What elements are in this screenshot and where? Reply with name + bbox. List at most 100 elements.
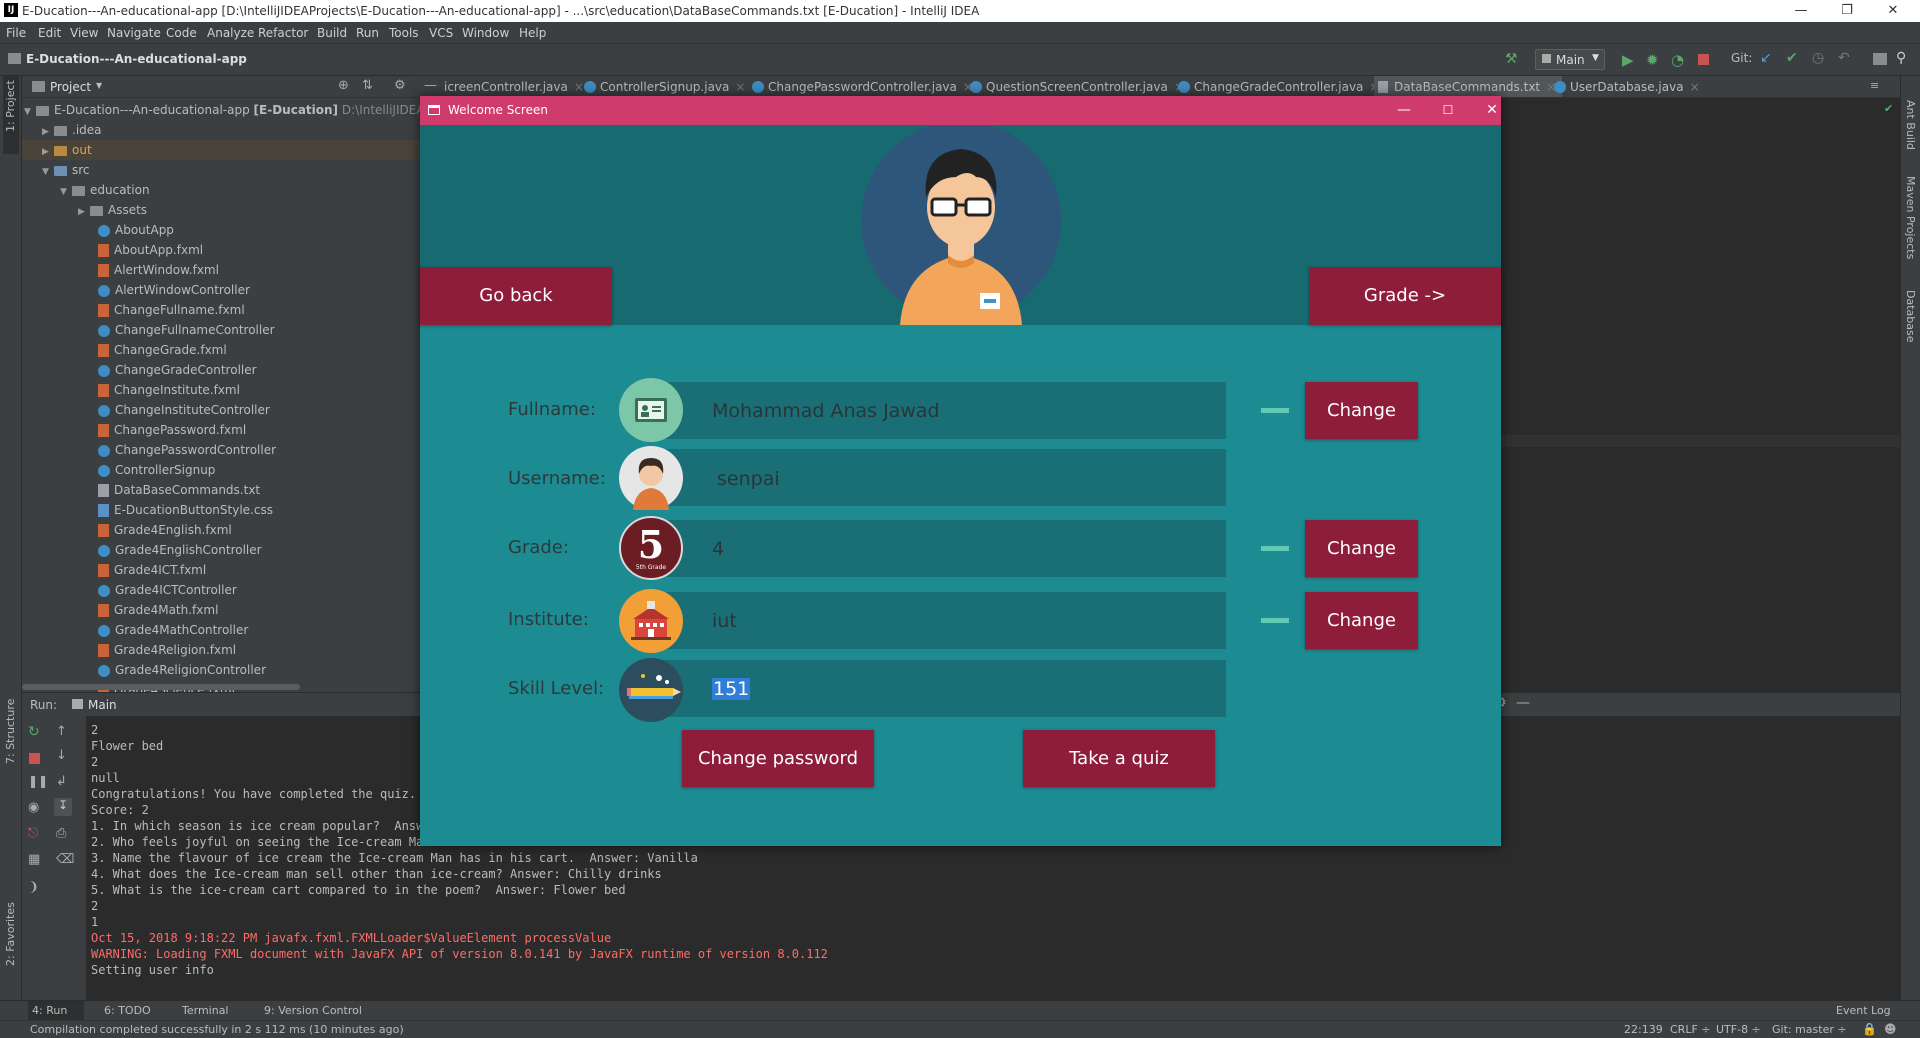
tree-item-src[interactable]: ▼ src (42, 160, 420, 180)
menu-navigate[interactable]: Navigate (107, 26, 161, 40)
tree-item-file[interactable]: DataBaseCommands.txt (98, 480, 420, 500)
vcs-commit-icon[interactable]: ✔ (1786, 50, 1798, 66)
trash-icon[interactable]: ⌫ (56, 852, 74, 867)
tree-item-file[interactable]: Grade4ICTController (98, 580, 420, 600)
menu-analyze[interactable]: Analyze (207, 26, 254, 40)
run-icon[interactable]: ▶ (1622, 51, 1634, 69)
scope-target-icon[interactable]: ⊕ (338, 78, 349, 93)
close-icon[interactable]: × (735, 80, 745, 94)
menu-window[interactable]: Window (462, 26, 509, 40)
structure-tool-label[interactable]: 7: Structure (4, 699, 17, 764)
change-grade-button[interactable]: Change (1305, 520, 1418, 577)
tree-item-file[interactable]: ChangeGradeController (98, 360, 420, 380)
take-quiz-button[interactable]: Take a quiz (1023, 730, 1215, 787)
project-panel-title[interactable]: Project (50, 80, 91, 94)
menu-help[interactable]: Help (519, 26, 546, 40)
tree-item-file[interactable]: ChangeGrade.fxml (98, 340, 420, 360)
tree-item-file[interactable]: ChangeFullname.fxml (98, 300, 420, 320)
scroll-to-end-icon[interactable]: ↧ (54, 798, 72, 816)
tab-controller-signup[interactable]: ControllerSignup.java × (580, 76, 745, 97)
menu-view[interactable]: View (70, 26, 98, 40)
change-fullname-button[interactable]: Change (1305, 382, 1418, 439)
hammer-build-icon[interactable]: ⚒ (1505, 51, 1518, 67)
vcs-update-icon[interactable]: ↙ (1760, 50, 1772, 66)
coverage-icon[interactable]: ◔ (1671, 51, 1684, 69)
version-control-tool-button[interactable]: 9: Version Control (264, 1004, 362, 1017)
stop-icon[interactable] (29, 753, 40, 764)
menu-vcs[interactable]: VCS (429, 26, 453, 40)
tree-item-file[interactable]: ControllerSignup (98, 460, 420, 480)
skill-level-value[interactable]: 151 (712, 678, 751, 700)
event-log-button[interactable]: Event Log (1836, 1004, 1891, 1017)
camera-icon[interactable]: ◉ (28, 800, 39, 815)
chevron-down-icon[interactable]: ▼ (96, 81, 102, 90)
arrow-down-icon[interactable]: ↓ (56, 748, 67, 763)
collapse-all-icon[interactable]: ⇅ (362, 78, 373, 93)
tree-item-file[interactable]: Grade4Math.fxml (98, 600, 420, 620)
tree-item-file[interactable]: Grade4ReligionController (98, 660, 420, 680)
minimize-icon[interactable]: — (1778, 0, 1824, 22)
stop-icon[interactable] (1698, 54, 1709, 65)
revert-icon[interactable]: ↶ (1838, 50, 1850, 66)
menu-code[interactable]: Code (166, 26, 197, 40)
restore-icon[interactable]: ❐ (1824, 0, 1870, 22)
favorites-tool-label[interactable]: 2: Favorites (4, 902, 17, 966)
soft-wrap-icon[interactable]: ↲ (56, 774, 67, 789)
tree-item-file[interactable]: AboutApp.fxml (98, 240, 420, 260)
run-config-tab[interactable]: Main (88, 698, 117, 712)
change-password-button[interactable]: Change password (682, 730, 874, 787)
git-branch[interactable]: Git: master ÷ (1772, 1023, 1847, 1036)
lock-icon[interactable]: 🔒 (1862, 1022, 1877, 1036)
tree-item-file[interactable]: Grade4Religion.fxml (98, 640, 420, 660)
menu-run[interactable]: Run (356, 26, 379, 40)
file-encoding[interactable]: UTF-8 ÷ (1716, 1023, 1761, 1036)
tree-item-file[interactable]: AlertWindowController (98, 280, 420, 300)
close-icon[interactable]: × (1690, 80, 1700, 94)
debug-icon[interactable]: ✹ (1646, 51, 1659, 69)
arrow-up-icon[interactable]: ↑ (56, 724, 67, 739)
tab-change-grade-controller[interactable]: ChangeGradeController.java× (1174, 76, 1379, 97)
tree-item-assets[interactable]: ▶ Assets (78, 200, 420, 220)
run-tool-button[interactable]: 4: Run (32, 1004, 67, 1017)
tree-item-file[interactable]: Grade4ICT.fxml (98, 560, 420, 580)
layout-icon[interactable]: ▦ (28, 852, 40, 867)
tree-item-file[interactable]: AboutApp (98, 220, 420, 240)
tree-item-file[interactable]: Grade4MathController (98, 620, 420, 640)
menu-file[interactable]: File (6, 26, 26, 40)
history-icon[interactable]: ◷ (1812, 50, 1824, 66)
go-back-button[interactable]: Go back (420, 267, 612, 325)
rerun-icon[interactable]: ↻ (28, 724, 40, 740)
breadcrumb-project[interactable]: E-Ducation---An-educational-app (26, 52, 247, 66)
tree-item-file[interactable]: ChangePassword.fxml (98, 420, 420, 440)
menu-edit[interactable]: Edit (38, 26, 61, 40)
tree-item-file[interactable]: ChangeInstitute.fxml (98, 380, 420, 400)
close-icon[interactable]: ✕ (1472, 99, 1512, 121)
tree-item-idea[interactable]: ▶ .idea (42, 120, 420, 140)
tab-user-database[interactable]: UserDatabase.java × (1550, 76, 1700, 97)
tab-overflow-minus-icon[interactable]: — (424, 78, 437, 93)
print-icon[interactable]: ⎙ (56, 826, 66, 841)
change-institute-button[interactable]: Change (1305, 592, 1418, 649)
tree-item-file[interactable]: ChangeFullnameController (98, 320, 420, 340)
gear-icon[interactable]: ⚙ (394, 78, 406, 93)
tree-item-file[interactable]: ChangeInstituteController (98, 400, 420, 420)
tree-item-file[interactable]: Grade4EnglishController (98, 540, 420, 560)
maximize-icon[interactable]: ☐ (1428, 99, 1468, 121)
ant-build-tool-label[interactable]: Ant Build (1904, 100, 1917, 150)
tree-item-education[interactable]: ▼ education (60, 180, 420, 200)
tab-change-password-controller[interactable]: ChangePasswordController.java × (748, 76, 973, 97)
menu-tools[interactable]: Tools (389, 26, 419, 40)
search-icon[interactable]: ⚲ (1896, 50, 1906, 66)
menu-refactor[interactable]: Refactor (258, 26, 308, 40)
database-tool-label[interactable]: Database (1904, 290, 1917, 343)
menu-build[interactable]: Build (317, 26, 347, 40)
project-structure-icon[interactable] (1873, 53, 1887, 65)
caret-position[interactable]: 22:139 (1624, 1023, 1663, 1036)
tab-list-icon[interactable]: ≡ (1870, 79, 1879, 92)
tree-item-out[interactable]: ▶ out (22, 140, 420, 160)
exit-icon[interactable]: ⎋ (28, 826, 38, 841)
todo-tool-button[interactable]: 6: TODO (104, 1004, 151, 1017)
tree-item-file[interactable]: AlertWindow.fxml (98, 260, 420, 280)
close-icon[interactable]: ✕ (1870, 0, 1916, 22)
terminal-tool-button[interactable]: Terminal (182, 1004, 229, 1017)
